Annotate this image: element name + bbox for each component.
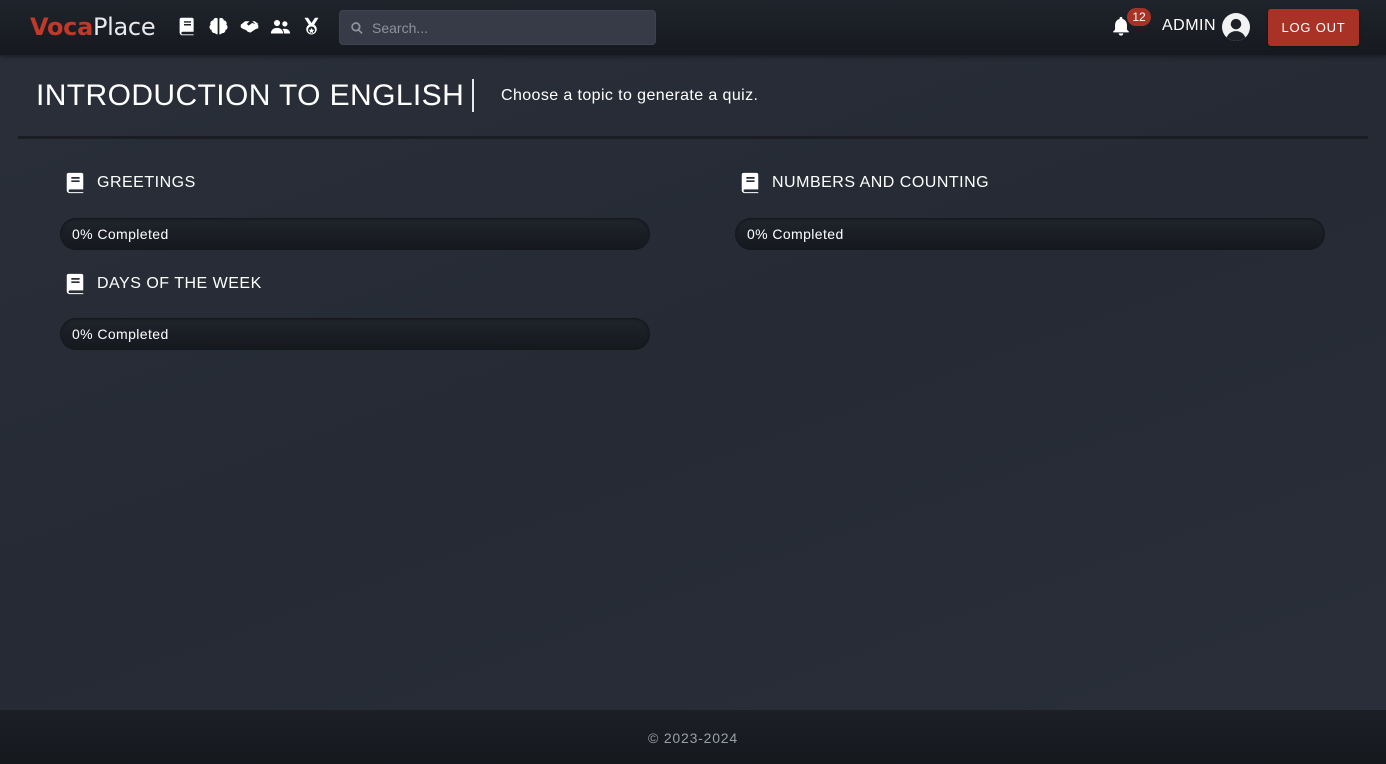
page-title: INTRODUCTION TO ENGLISH xyxy=(36,79,465,112)
topic-title[interactable]: DAYS OF THE WEEK xyxy=(97,275,262,293)
brand-logo[interactable]: VocaPlace xyxy=(30,12,156,42)
progress-bar: 0% Completed xyxy=(60,218,650,250)
progress-bar: 0% Completed xyxy=(735,218,1325,250)
topic-days-of-the-week[interactable]: DAYS OF THE WEEK xyxy=(64,272,262,296)
topic-numbers-and-counting[interactable]: NUMBERS AND COUNTING xyxy=(739,171,989,195)
user-name[interactable]: ADMIN xyxy=(1162,17,1216,35)
progress-bar: 0% Completed xyxy=(60,318,650,350)
search-input[interactable] xyxy=(372,19,652,36)
nav-icon-group xyxy=(176,14,322,38)
book-icon xyxy=(66,273,84,295)
avatar-icon[interactable] xyxy=(1222,13,1250,41)
medal-icon[interactable] xyxy=(300,14,322,38)
header-divider xyxy=(18,136,1368,139)
progress-label: 0% Completed xyxy=(72,326,169,342)
topic-greetings[interactable]: GREETINGS xyxy=(64,171,196,195)
notification-badge: 12 xyxy=(1127,8,1151,26)
search-icon xyxy=(351,21,363,34)
copyright-text: © 2023-2024 xyxy=(648,730,738,746)
users-icon[interactable] xyxy=(269,14,291,38)
navbar: VocaPlace 12 ADMIN LOG OUT xyxy=(0,0,1386,55)
handshake-icon[interactable] xyxy=(238,14,260,38)
book-icon xyxy=(66,172,84,194)
progress-label: 0% Completed xyxy=(72,226,169,242)
brain-icon[interactable] xyxy=(207,14,229,38)
title-divider xyxy=(472,79,474,112)
brand-part-2: Place xyxy=(92,13,156,41)
page-subtitle: Choose a topic to generate a quiz. xyxy=(501,87,759,104)
book-icon[interactable] xyxy=(176,14,198,38)
logout-button[interactable]: LOG OUT xyxy=(1268,9,1359,46)
topic-title[interactable]: NUMBERS AND COUNTING xyxy=(772,174,989,192)
book-icon xyxy=(741,172,759,194)
footer: © 2023-2024 xyxy=(0,710,1386,764)
progress-label: 0% Completed xyxy=(747,226,844,242)
topic-title[interactable]: GREETINGS xyxy=(97,174,196,192)
search-bar xyxy=(339,10,656,45)
brand-part-1: Voca xyxy=(30,13,93,41)
